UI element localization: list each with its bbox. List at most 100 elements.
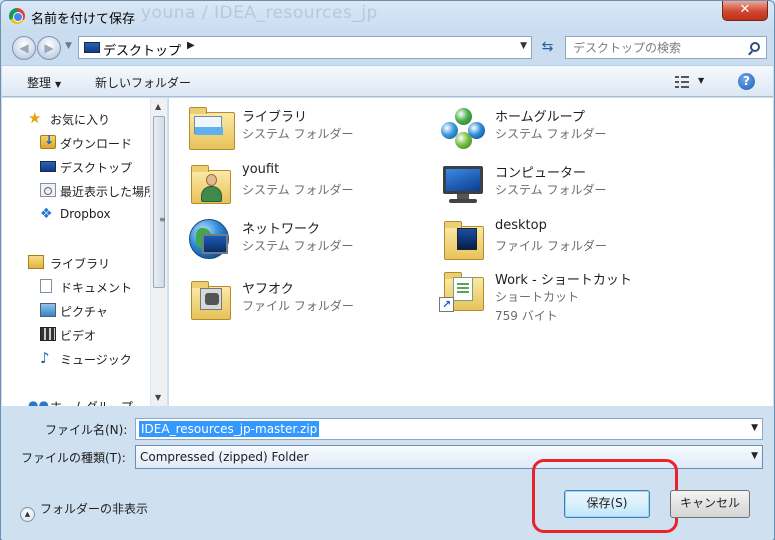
- sidebar-item-libraries[interactable]: ライブラリ: [2, 253, 150, 273]
- filename-dropdown-icon[interactable]: ▼: [751, 423, 758, 433]
- sidebar-item-pictures[interactable]: ピクチャ: [2, 301, 150, 321]
- homegroup-icon: ●●: [28, 398, 49, 406]
- address-bar[interactable]: デスクトップ ▶ ▼: [78, 36, 532, 59]
- chevron-down-icon: ▼: [55, 80, 62, 89]
- scroll-up-icon[interactable]: ▲: [155, 102, 161, 111]
- file-item-yahuoku[interactable]: ヤフオク ファイル フォルダー: [186, 276, 436, 330]
- view-options-icon[interactable]: [675, 75, 689, 88]
- save-button[interactable]: 保存(S): [564, 490, 650, 518]
- chrome-icon: [9, 8, 25, 24]
- filetype-dropdown-icon[interactable]: ▼: [751, 451, 758, 461]
- search-input[interactable]: [566, 37, 746, 58]
- title-bar: 名前を付けて保存 youna / IDEA_resources_jp ✕: [1, 1, 774, 31]
- folder-icon: [439, 216, 489, 266]
- file-list: ライブラリ システム フォルダー ホームグループ システム フォルダー youf…: [169, 98, 773, 406]
- breadcrumb-desktop[interactable]: デスクトップ: [103, 40, 181, 59]
- file-name: ネットワーク: [242, 222, 321, 237]
- save-options-panel: ファイル名(N): IDEA_resources_jp-master.zip ▼…: [2, 406, 773, 540]
- organize-button[interactable]: 整理 ▼: [27, 74, 61, 91]
- search-box[interactable]: [565, 36, 767, 59]
- save-as-dialog: 名前を付けて保存 youna / IDEA_resources_jp ✕ ◀ ▶…: [0, 0, 775, 540]
- breadcrumb-arrow-icon[interactable]: ▶: [187, 40, 195, 51]
- recent-locations-dropdown-icon[interactable]: ▼: [65, 41, 72, 51]
- file-type: ショートカット: [495, 290, 580, 304]
- homegroup-icon: [439, 104, 489, 154]
- background-window-title: youna / IDEA_resources_jp: [141, 3, 378, 23]
- back-button[interactable]: ◀: [12, 36, 36, 60]
- file-name: youfit: [242, 162, 280, 177]
- refresh-icon: ⇆: [541, 39, 554, 55]
- sidebar-item-desktop[interactable]: デスクトップ: [2, 157, 150, 177]
- network-icon: [186, 216, 236, 266]
- sidebar-item-label: お気に入り: [50, 113, 111, 127]
- close-button[interactable]: ✕: [722, 1, 768, 21]
- sidebar-item-downloads[interactable]: ダウンロード: [2, 133, 150, 153]
- music-icon: ♪: [40, 349, 50, 367]
- sidebar-item-music[interactable]: ♪ ミュージック: [2, 349, 150, 369]
- filename-value[interactable]: IDEA_resources_jp-master.zip: [139, 421, 320, 437]
- file-item-computer[interactable]: コンピューター システム フォルダー: [439, 160, 689, 214]
- file-item-network[interactable]: ネットワーク システム フォルダー: [186, 216, 436, 270]
- sidebar-item-label: ホームグループ: [50, 398, 133, 406]
- help-icon[interactable]: ?: [738, 73, 755, 90]
- view-dropdown-icon[interactable]: ▼: [698, 76, 704, 85]
- file-type: システム フォルダー: [242, 239, 354, 253]
- new-folder-button[interactable]: 新しいフォルダー: [95, 74, 191, 91]
- refresh-button[interactable]: ⇆: [536, 36, 559, 59]
- file-type: システム フォルダー: [242, 127, 354, 141]
- file-name: desktop: [495, 218, 547, 233]
- sidebar-item-label: 最近表示した場所: [60, 185, 150, 199]
- chevron-up-icon: ▲: [20, 507, 35, 522]
- forward-button[interactable]: ▶: [37, 36, 61, 60]
- file-type: ファイル フォルダー: [242, 299, 354, 313]
- library-folder-icon: [186, 104, 236, 154]
- file-name: コンピューター: [495, 166, 587, 181]
- file-item-desktop[interactable]: desktop ファイル フォルダー: [439, 216, 689, 270]
- user-folder-icon: [186, 160, 236, 210]
- file-name: ホームグループ: [495, 110, 585, 125]
- desktop-icon: [40, 161, 56, 172]
- file-item-libraries[interactable]: ライブラリ システム フォルダー: [186, 104, 436, 158]
- sidebar-item-label: デスクトップ: [60, 161, 133, 175]
- shortcut-icon: ↗: [439, 267, 489, 317]
- navigation-pane-scrollbar[interactable]: ▲ ≡ ▼: [150, 98, 167, 406]
- file-item-work-shortcut[interactable]: ↗ Work - ショートカット ショートカット 759 バイト: [439, 267, 689, 323]
- command-toolbar: 整理 ▼ 新しいフォルダー ▼ ?: [2, 65, 773, 97]
- sidebar-item-videos[interactable]: ビデオ: [2, 325, 150, 345]
- address-dropdown-icon[interactable]: ▼: [520, 41, 527, 51]
- sidebar-item-label: Dropbox: [60, 207, 111, 221]
- file-type: システム フォルダー: [495, 127, 607, 141]
- computer-icon: [439, 160, 489, 210]
- grip-icon: ≡: [159, 215, 166, 224]
- sidebar-item-dropbox[interactable]: ❖ Dropbox: [2, 205, 150, 225]
- filetype-label: ファイルの種類(T):: [21, 451, 126, 465]
- sidebar-item-homegroup[interactable]: ●● ホームグループ: [2, 396, 150, 406]
- hide-folders-toggle[interactable]: ▲ フォルダーの非表示: [20, 500, 148, 522]
- library-icon: [28, 255, 44, 269]
- sidebar-item-documents[interactable]: ドキュメント: [2, 277, 150, 297]
- scrollbar-thumb[interactable]: ≡: [153, 116, 166, 288]
- cancel-button[interactable]: キャンセル: [670, 490, 750, 518]
- filename-label: ファイル名(N):: [45, 423, 128, 437]
- picture-icon: [40, 303, 56, 317]
- sidebar-item-favorites[interactable]: ★ お気に入り: [2, 109, 150, 129]
- navigation-bar: ◀ ▶ ▼ デスクトップ ▶ ▼ ⇆: [1, 33, 774, 63]
- file-size: 759 バイト: [495, 309, 558, 323]
- file-name: ライブラリ: [242, 110, 308, 125]
- scroll-down-icon[interactable]: ▼: [155, 393, 161, 402]
- sidebar-item-label: ビデオ: [60, 329, 97, 343]
- file-name: Work - ショートカット: [495, 273, 632, 288]
- recent-places-icon: [40, 183, 56, 197]
- back-arrow-icon: ◀: [19, 41, 29, 55]
- search-icon[interactable]: [750, 42, 760, 52]
- sidebar-item-recent-places[interactable]: 最近表示した場所: [2, 181, 150, 201]
- file-item-homegroup[interactable]: ホームグループ システム フォルダー: [439, 104, 689, 158]
- document-icon: [40, 279, 52, 293]
- video-icon: [40, 327, 56, 341]
- sidebar-item-label: ドキュメント: [60, 281, 133, 295]
- hide-folders-label: フォルダーの非表示: [40, 502, 149, 516]
- desktop-icon: [84, 42, 100, 53]
- filename-input[interactable]: IDEA_resources_jp-master.zip ▼: [135, 418, 763, 440]
- file-item-youfit[interactable]: youfit システム フォルダー: [186, 160, 436, 214]
- file-type: システム フォルダー: [242, 183, 354, 197]
